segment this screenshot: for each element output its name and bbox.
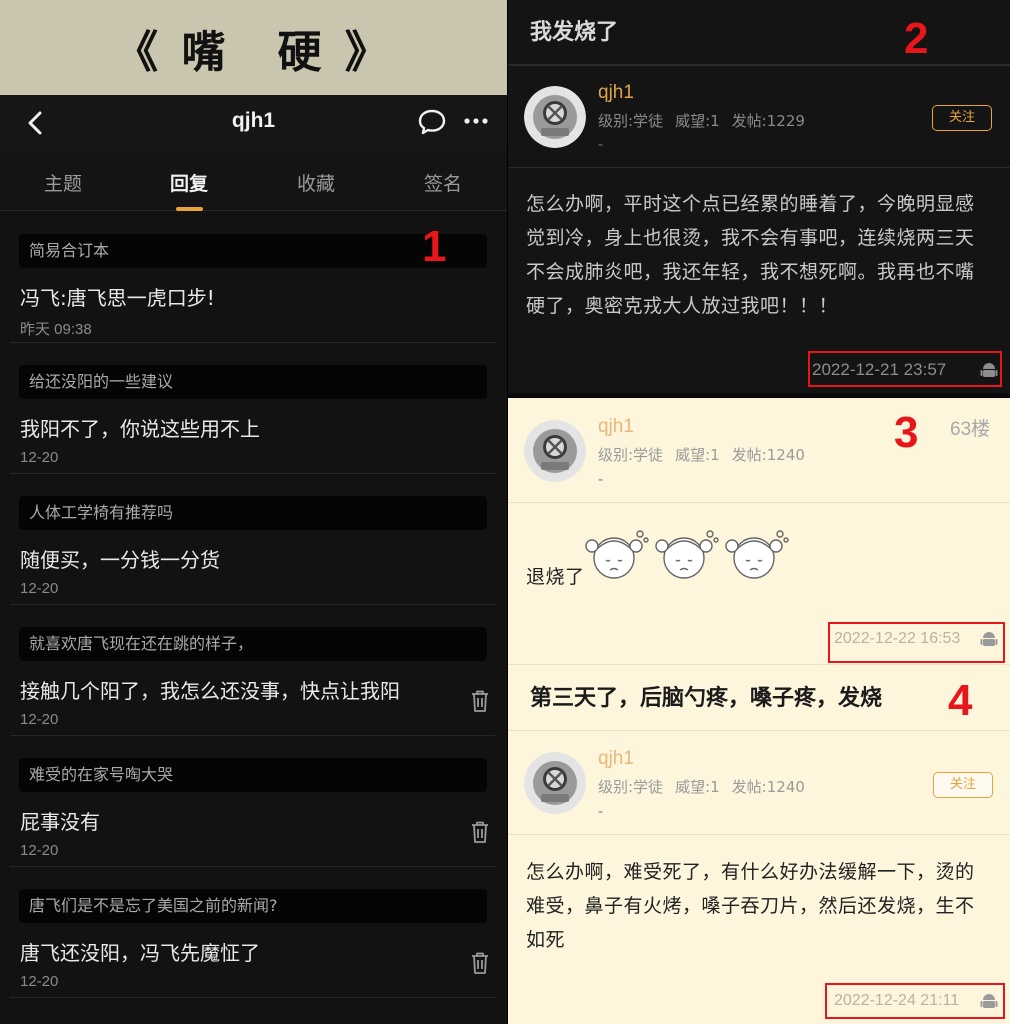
post-body: 怎么办啊，平时这个点已经累的睡着了，今晚明显感 觉到冷，身上也很烫，我不会有事吧… xyxy=(526,187,975,323)
poster-prestige: 威望:1 xyxy=(675,112,720,130)
poster-level: 级别:学徒 xyxy=(598,446,664,464)
list-item[interactable]: 唐飞们是不是忘了美国之前的新闻? 唐飞还没阳，冯飞先魔怔了 12-20 xyxy=(0,867,507,998)
poster-post-count: 发帖:1240 xyxy=(731,778,805,796)
thread-title[interactable]: 简易合订本 xyxy=(19,234,487,268)
divider xyxy=(508,502,1010,503)
thread-title[interactable]: 唐飞们是不是忘了美国之前的新闻? xyxy=(19,889,487,923)
post-line: 怎么办啊，平时这个点已经累的睡着了，今晚明显感 xyxy=(526,193,975,215)
poster-prestige: 威望:1 xyxy=(675,446,720,464)
poster-username[interactable]: qjh1 xyxy=(598,748,634,770)
avatar[interactable] xyxy=(524,752,586,814)
tab-favorites[interactable]: 收藏 xyxy=(253,169,379,196)
reply-time: 12-20 xyxy=(20,449,59,466)
poster-level: 级别:学徒 xyxy=(598,778,664,796)
follow-button[interactable]: 关注 xyxy=(932,105,992,131)
thread-title[interactable]: 就喜欢唐飞现在还在跳的样子， xyxy=(19,627,487,661)
list-item[interactable]: 难受的在家号啕大哭 屁事没有 12-20 xyxy=(0,736,507,867)
highlight-box xyxy=(828,622,1005,663)
reply-text: 唐飞还没阳，冯飞先魔怔了 xyxy=(20,941,260,965)
list-item[interactable]: 给还没阳的一些建议 我阳不了，你说这些用不上 12-20 xyxy=(0,343,507,474)
poster-post-count: 发帖:1240 xyxy=(731,446,805,464)
reply-text: 我阳不了，你说这些用不上 xyxy=(20,417,260,441)
reply-time: 昨天 09:38 xyxy=(20,321,92,338)
post-line: 难受，鼻子有火烤，嗓子吞刀片，然后还发烧，生不 xyxy=(526,895,975,917)
annotation-number-1: 1 xyxy=(422,222,447,271)
divider xyxy=(10,997,495,998)
thread-title[interactable]: 给还没阳的一些建议 xyxy=(19,365,487,399)
post-line: 不会成肺炎吧，我还年轻，我不想死啊。我再也不嘴 xyxy=(526,261,975,283)
highlight-box xyxy=(825,983,1005,1019)
poster-post-count: 发帖:1229 xyxy=(731,112,805,130)
tab-topics[interactable]: 主题 xyxy=(0,169,126,196)
reply-time: 12-20 xyxy=(20,711,59,728)
reply-text: 退烧了 xyxy=(526,566,585,588)
annotation-number-2: 2 xyxy=(904,14,929,63)
post-line: 怎么办啊，难受死了，有什么好办法缓解一下，烫的 xyxy=(526,861,975,883)
annotation-number-4: 4 xyxy=(948,676,973,725)
poster-stats: 级别:学徒 威望:1 发帖:1229 xyxy=(598,110,817,131)
post-body: 怎么办啊，难受死了，有什么好办法缓解一下，烫的 难受，鼻子有火烤，嗓子吞刀片，然… xyxy=(526,855,975,957)
sticker-emoji-row xyxy=(585,530,789,579)
reply-text: 随便买，一分钱一分货 xyxy=(20,548,220,572)
annotation-number-3: 3 xyxy=(894,408,919,457)
divider xyxy=(508,834,1010,835)
active-tab-indicator xyxy=(176,207,203,211)
divider xyxy=(508,730,1010,731)
list-item[interactable]: 人体工学椅有推荐吗 随便买，一分钱一分货 12-20 xyxy=(0,474,507,605)
poster-prestige: 威望:1 xyxy=(675,778,720,796)
divider xyxy=(508,167,1010,168)
avatar[interactable] xyxy=(524,420,586,482)
reply-text: 屁事没有 xyxy=(20,810,100,834)
trash-icon[interactable] xyxy=(469,820,491,844)
post-line: 硬了，奥密克戎大人放过我吧！！！ xyxy=(526,295,839,317)
thread-title: 我发烧了 xyxy=(530,20,619,45)
highlight-box xyxy=(808,351,1002,387)
post-line: 觉到冷，身上也很烫，我不会有事吧，连续烧两三天 xyxy=(526,227,975,249)
reply-text: 冯飞:唐飞思一虎口步! xyxy=(20,286,215,310)
tab-signature[interactable]: 签名 xyxy=(380,169,506,196)
tab-replies[interactable]: 回复 xyxy=(126,169,252,196)
reply-time: 12-20 xyxy=(20,842,59,859)
reply-text: 接触几个阳了，我怎么还没事，快点让我阳 xyxy=(20,679,400,703)
list-item[interactable]: 就喜欢唐飞现在还在跳的样子， 接触几个阳了，我怎么还没事，快点让我阳 12-20 xyxy=(0,605,507,736)
thread-headline: 第三天了，后脑勺疼，嗓子疼，发烧 xyxy=(530,686,883,711)
message-icon[interactable] xyxy=(417,108,447,136)
profile-replies-panel: 《 嘴 硬 》 qjh1 主题 回复 收藏 签名 简易合订本 冯飞:唐飞思一虎口… xyxy=(0,0,507,1024)
floor-number: 63楼 xyxy=(950,419,991,440)
poster-stats: 级别:学徒 威望:1 发帖:1240 xyxy=(598,776,817,797)
divider xyxy=(508,664,1010,665)
banner-title: 《 嘴 硬 》 xyxy=(114,26,393,78)
trash-icon[interactable] xyxy=(469,689,491,713)
trash-icon[interactable] xyxy=(469,951,491,975)
avatar[interactable] xyxy=(524,86,586,148)
poster-level: 级别:学徒 xyxy=(598,112,664,130)
first-post-dark: 我发烧了 2 qjh1 级别:学徒 威望:1 发帖:1229 - 关注 怎么办啊，平… xyxy=(508,0,1010,397)
divider xyxy=(508,64,1010,66)
divider xyxy=(508,393,1010,397)
poster-signature: - xyxy=(598,137,604,153)
more-options-icon[interactable] xyxy=(462,107,490,135)
poster-signature: - xyxy=(598,472,604,488)
poster-username[interactable]: qjh1 xyxy=(598,416,634,438)
title-banner: 《 嘴 硬 》 xyxy=(0,0,507,95)
thread-title[interactable]: 难受的在家号啕大哭 xyxy=(19,758,487,792)
follow-button[interactable]: 关注 xyxy=(933,772,993,798)
post-line: 如死 xyxy=(526,929,566,951)
poster-stats: 级别:学徒 威望:1 发帖:1240 xyxy=(598,444,817,465)
poster-username[interactable]: qjh1 xyxy=(598,82,634,104)
reply-time: 12-20 xyxy=(20,973,59,990)
profile-tabs: 主题 回复 收藏 签名 xyxy=(0,151,507,211)
reply-time: 12-20 xyxy=(20,580,59,597)
thread-title[interactable]: 人体工学椅有推荐吗 xyxy=(19,496,487,530)
thread-view-panel: 我发烧了 2 qjh1 级别:学徒 威望:1 发帖:1229 - 关注 怎么办啊，平… xyxy=(508,0,1010,1024)
poster-signature: - xyxy=(598,804,604,820)
